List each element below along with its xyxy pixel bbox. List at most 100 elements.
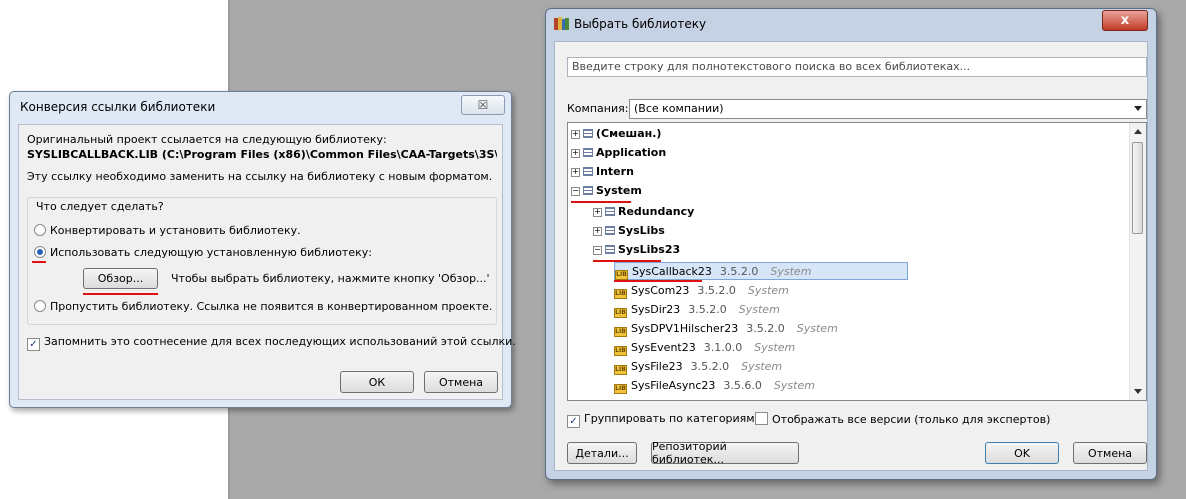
expand-icon: + xyxy=(571,148,580,158)
library-company: System xyxy=(754,341,796,354)
library-books-icon xyxy=(554,17,569,30)
tree-subcategory[interactable]: + Redundancy xyxy=(593,203,694,221)
expand-icon: + xyxy=(593,207,602,217)
library-company: System xyxy=(770,265,812,278)
ok-button[interactable]: ОК xyxy=(340,371,414,393)
browse-hint: Чтобы выбрать библиотеку, нажмите кнопку… xyxy=(171,272,490,285)
tree-label: Application xyxy=(596,146,667,159)
intro-text: Оригинальный проект ссылается на следующ… xyxy=(27,133,387,146)
tree-category[interactable]: + Application xyxy=(571,144,666,162)
company-select[interactable]: (Все компании) xyxy=(629,99,1147,119)
close-button[interactable]: x xyxy=(1102,10,1148,31)
show-all-versions-label: Отображать все версии (только для экспер… xyxy=(772,413,1051,426)
search-input[interactable]: Введите строку для полнотекстового поиск… xyxy=(567,57,1147,77)
select-library-dialog: Выбрать библиотеку x Введите строку для … xyxy=(545,8,1157,480)
library-item[interactable]: LIB SysDPV1Hilscher23 3.5.2.0 System xyxy=(614,320,838,338)
tree-label: SysLibs xyxy=(618,224,665,237)
red-annotation-underline xyxy=(83,293,158,295)
tree-label: Intern xyxy=(596,165,634,178)
action-group: Что следует сделать? Конвертировать и ус… xyxy=(27,197,497,325)
library-name: SysFile23 xyxy=(631,360,683,373)
library-icon: LIB xyxy=(614,308,627,318)
close-icon: ☒ xyxy=(477,98,489,112)
remember-checkbox[interactable]: ✓ Запомнить это соотнесение для всех посл… xyxy=(27,335,516,351)
library-item[interactable]: LIB SysFile23 3.5.2.0 System xyxy=(614,358,782,376)
dialog-client: Оригинальный проект ссылается на следующ… xyxy=(18,124,516,400)
browse-button[interactable]: Обзор... xyxy=(83,268,158,289)
library-company: System xyxy=(741,360,783,373)
checkmark-icon: ✓ xyxy=(567,415,580,428)
expand-icon: + xyxy=(593,226,602,236)
library-item[interactable]: LIB SysDir23 3.5.2.0 System xyxy=(614,301,780,319)
close-button[interactable]: ☒ xyxy=(461,95,505,115)
chevron-down-icon xyxy=(1134,106,1142,111)
close-icon: x xyxy=(1120,13,1130,28)
category-icon xyxy=(583,148,593,157)
replace-note: Эту ссылку необходимо заменить на ссылку… xyxy=(27,170,493,183)
tree-subcategory[interactable]: − SysLibs23 xyxy=(593,241,680,259)
library-name: SysDir23 xyxy=(631,303,681,316)
dialog-title: Выбрать библиотеку xyxy=(574,17,707,31)
library-item[interactable]: LIB SysFileAsync23 3.5.6.0 System xyxy=(614,377,815,395)
company-value: (Все компании) xyxy=(634,102,724,115)
library-version: 3.5.2.0 xyxy=(688,303,727,316)
scroll-thumb[interactable] xyxy=(1132,142,1143,234)
library-version: 3.5.2.0 xyxy=(746,322,785,335)
option-skip[interactable]: Пропустить библиотеку. Ссылка не появитс… xyxy=(34,300,492,313)
cancel-button[interactable]: Отмена xyxy=(1073,442,1147,464)
tree-scrollbar[interactable] xyxy=(1129,123,1146,400)
option-use-installed[interactable]: Использовать следующую установленную биб… xyxy=(34,246,372,259)
option-skip-label: Пропустить библиотеку. Ссылка не появитс… xyxy=(50,300,493,313)
scroll-down-icon[interactable] xyxy=(1134,389,1142,394)
library-tree[interactable]: + (Смешан.) + Application + Intern − System … xyxy=(567,122,1147,401)
library-item[interactable]: LIB SysCom23 3.5.2.0 System xyxy=(614,282,789,300)
library-company: System xyxy=(796,322,838,335)
show-all-versions-checkbox[interactable]: Отображать все версии (только для экспер… xyxy=(755,412,1050,426)
option-use-label: Использовать следующую установленную биб… xyxy=(50,246,372,259)
library-icon: LIB xyxy=(614,289,627,299)
library-version: 3.5.2.0 xyxy=(719,265,759,278)
library-item[interactable]: LIB SysCallback23 3.5.2.0 System xyxy=(614,262,908,280)
checkmark-icon: ✓ xyxy=(27,338,40,351)
repository-button[interactable]: Репозиторий библиотек... xyxy=(651,440,799,466)
dialog-title: Конверсия ссылки библиотеки xyxy=(20,100,216,114)
radio-icon xyxy=(34,224,46,236)
category-icon xyxy=(583,129,593,138)
checkbox-icon xyxy=(755,412,768,425)
category-icon xyxy=(605,226,615,235)
library-version: 3.5.6.0 xyxy=(723,379,762,392)
cancel-button[interactable]: Отмена xyxy=(424,371,498,393)
tree-category[interactable]: + (Смешан.) xyxy=(571,125,661,143)
collapse-icon: − xyxy=(571,186,580,196)
category-icon xyxy=(605,245,615,254)
tree-category[interactable]: − System xyxy=(571,182,642,200)
details-button[interactable]: Детали... xyxy=(567,442,637,464)
library-name: SysCallback23 xyxy=(632,265,712,278)
radio-selected-icon xyxy=(34,246,46,258)
library-icon: LIB xyxy=(614,384,627,394)
library-icon: LIB xyxy=(614,365,627,375)
tree-category[interactable]: + Intern xyxy=(571,163,634,181)
expand-icon: + xyxy=(571,167,580,177)
library-path: SYSLIBCALLBACK.LIB (C:\Program Files (x8… xyxy=(27,148,497,161)
library-name: SysCom23 xyxy=(631,284,690,297)
radio-icon xyxy=(34,300,46,312)
library-version: 3.5.2.0 xyxy=(690,360,730,373)
option-convert-label: Конвертировать и установить библиотеку. xyxy=(50,224,301,237)
library-company: System xyxy=(738,303,780,316)
category-icon xyxy=(583,167,593,176)
library-name: SysDPV1Hilscher23 xyxy=(631,322,739,335)
ok-button[interactable]: OK xyxy=(985,442,1059,464)
library-icon: LIB xyxy=(615,270,628,280)
library-icon: LIB xyxy=(614,346,627,356)
group-label: Что следует сделать? xyxy=(36,200,164,213)
group-by-category-checkbox[interactable]: ✓ Группировать по категориям xyxy=(567,412,755,428)
dialog-client: Введите строку для полнотекстового поиск… xyxy=(554,41,1148,471)
scroll-up-icon[interactable] xyxy=(1134,129,1142,134)
library-conversion-dialog: Конверсия ссылки библиотеки ☒ Оригинальн… xyxy=(9,91,516,408)
red-annotation-underline xyxy=(32,261,46,263)
tree-subcategory[interactable]: + SysLibs xyxy=(593,222,665,240)
option-convert[interactable]: Конвертировать и установить библиотеку. xyxy=(34,224,301,237)
category-icon xyxy=(605,207,615,216)
library-item[interactable]: LIB SysEvent23 3.1.0.0 System xyxy=(614,339,795,357)
